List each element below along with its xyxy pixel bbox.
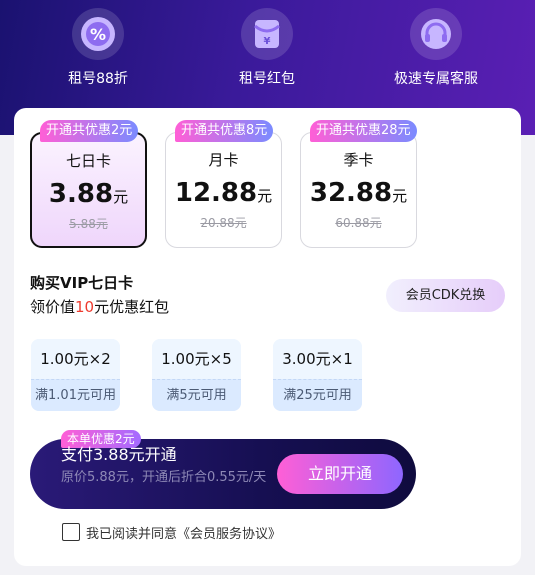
plan-original-price: 60.88元 — [335, 216, 382, 230]
svg-text:%: % — [90, 25, 106, 44]
coupon-amount: 1.00元×2 — [31, 339, 120, 379]
coupon-condition: 满1.01元可用 — [31, 379, 120, 411]
plan-name: 季卡 — [343, 151, 374, 169]
payment-amount: 支付3.88元开通 — [61, 445, 177, 464]
coupon-card: 1.00元×2 满1.01元可用 — [31, 339, 120, 411]
perk-support[interactable]: 极速专属客服 — [371, 8, 501, 88]
plan-name: 月卡 — [208, 151, 239, 169]
agreement-checkbox[interactable] — [62, 523, 80, 541]
payment-detail: 原价5.88元，开通后折合0.55元/天 — [61, 470, 267, 485]
plan-price: 3.88元 — [48, 179, 129, 209]
open-now-button[interactable]: 立即开通 — [277, 454, 403, 494]
plan-discount-tag: 开通共优惠8元 — [175, 120, 274, 142]
plan-original-price: 20.88元 — [200, 216, 247, 230]
coupon-condition: 满25元可用 — [273, 379, 362, 411]
plan-original-price: 5.88元 — [69, 217, 108, 231]
red-packet-icon: ¥ — [241, 8, 293, 60]
plan-price: 32.88元 — [309, 178, 408, 208]
plan-card-quarterly[interactable]: 季卡 32.88元 60.88元 — [300, 132, 417, 248]
coupon-card: 1.00元×5 满5元可用 — [152, 339, 241, 411]
agreement-text[interactable]: 我已阅读并同意《会员服务协议》 — [86, 523, 281, 542]
perk-label: 租号红包 — [239, 71, 295, 87]
purchase-title: 购买VIP七日卡 — [30, 274, 134, 292]
headset-icon — [410, 8, 462, 60]
plan-card-weekly[interactable]: 七日卡 3.88元 5.88元 — [30, 132, 147, 248]
coupon-amount: 3.00元×1 — [273, 339, 362, 379]
coupon-offer-text: 领价值10元优惠红包 — [30, 298, 170, 316]
plan-card-monthly[interactable]: 月卡 12.88元 20.88元 — [165, 132, 282, 248]
coupon-condition: 满5元可用 — [152, 379, 241, 411]
perk-label: 租号88折 — [68, 71, 128, 87]
perk-red-packet[interactable]: ¥ 租号红包 — [202, 8, 332, 88]
plan-discount-tag: 开通共优惠28元 — [310, 120, 417, 142]
percent-badge-icon: % — [72, 8, 124, 60]
plan-discount-tag: 开通共优惠2元 — [40, 120, 139, 142]
perk-label: 极速专属客服 — [394, 71, 478, 87]
coupon-card: 3.00元×1 满25元可用 — [273, 339, 362, 411]
plan-price: 12.88元 — [174, 178, 273, 208]
cdk-redeem-button[interactable]: 会员CDK兑换 — [386, 279, 505, 312]
perk-discount[interactable]: % 租号88折 — [33, 8, 163, 88]
svg-text:¥: ¥ — [264, 36, 271, 47]
coupon-amount: 1.00元×5 — [152, 339, 241, 379]
plan-name: 七日卡 — [65, 152, 111, 170]
